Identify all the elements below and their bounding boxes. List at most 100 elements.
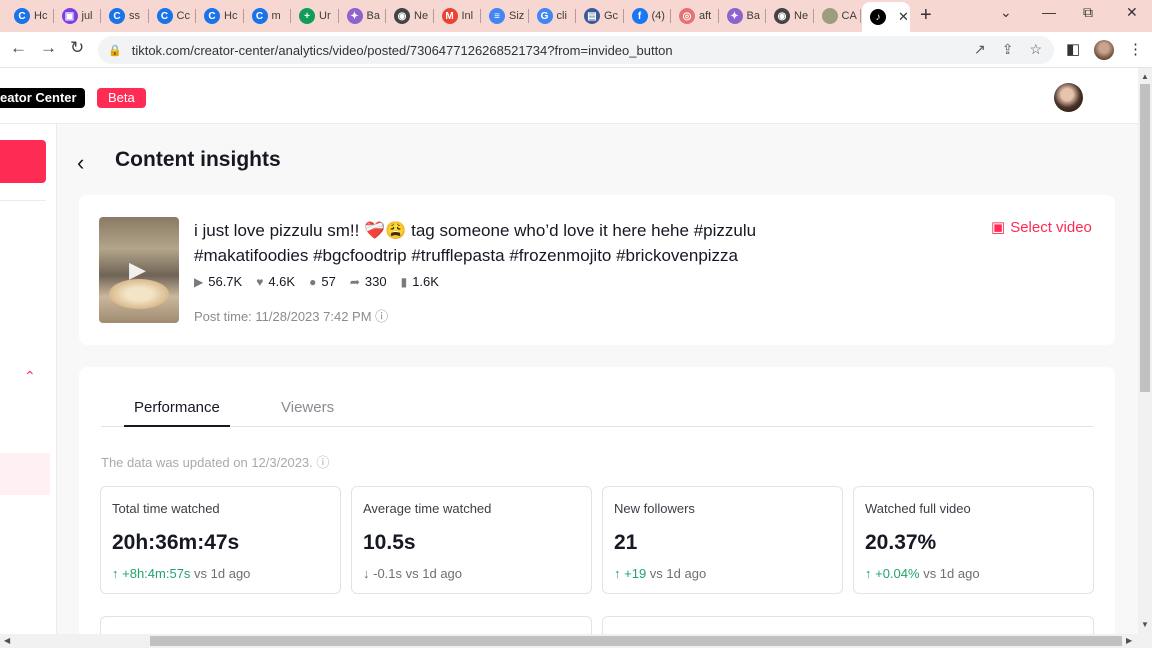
tab-label: Ne — [414, 10, 429, 22]
tab-label: aft — [699, 10, 712, 22]
tab-favicon-icon: ✦ — [726, 8, 743, 24]
stat-likes: ♥ 4.6K — [256, 274, 295, 289]
browser-tab[interactable]: Cm — [244, 4, 291, 28]
video-caption: i just love pizzulu sm!! ❤️‍🩹😩 tag someo… — [194, 221, 757, 265]
play-icon[interactable]: ▶ — [129, 257, 146, 283]
page-title: Content insights — [115, 148, 281, 171]
scroll-up-arrow-icon[interactable]: ▲ — [1141, 72, 1149, 81]
video-stats: ▶ 56.7K ♥ 4.6K ● 57 ➦ 330 ▮ 1.6K — [194, 274, 439, 289]
browser-tab[interactable]: M Inl — [434, 4, 481, 28]
metric-total-time-watched[interactable]: Total time watched 20h:36m:47s ↑ +8h:4m:… — [100, 486, 341, 594]
select-video-button[interactable]: ▣ Select video — [991, 218, 1092, 237]
change-value: +0.04% — [875, 566, 920, 581]
browser-profile-avatar[interactable] — [1094, 40, 1114, 60]
tab-label: Ur — [319, 10, 331, 22]
tab-favicon-icon: C — [251, 8, 268, 24]
browser-tab[interactable]: ◉ Ne — [766, 4, 814, 28]
metric-watched-full-video[interactable]: Watched full video 20.37% ↑ +0.04% vs 1d… — [853, 486, 1094, 594]
metric-value: 20h:36m:47s — [112, 531, 240, 554]
minimize-button[interactable]: — — [1042, 4, 1056, 20]
sidebar-item-selected[interactable] — [0, 453, 50, 495]
creator-center-logo[interactable]: eator Center — [0, 88, 85, 108]
tiktok-icon: ♪ — [870, 9, 886, 25]
metric-change: ↑ +0.04% vs 1d ago — [865, 566, 980, 581]
tab-favicon-icon: C — [156, 8, 173, 24]
url-text[interactable]: tiktok.com/creator-center/analytics/vide… — [132, 43, 673, 58]
scroll-left-arrow-icon[interactable]: ◀ — [4, 636, 10, 645]
metric-change: ↓ -0.1s vs 1d ago — [363, 566, 462, 581]
video-thumbnail[interactable]: ▶ — [99, 217, 179, 323]
forward-button[interactable]: → — [40, 38, 57, 58]
arrow-down-icon: ↓ — [363, 566, 370, 581]
tab-label: jul — [81, 10, 93, 22]
metric-label: Watched full video — [865, 501, 971, 516]
lock-icon[interactable]: 🔒 — [108, 44, 122, 57]
performance-card: Performance Viewers The data was updated… — [79, 367, 1115, 634]
metric-label: Average time watched — [363, 501, 492, 516]
horizontal-scroll-thumb[interactable] — [150, 636, 1122, 646]
browser-tab[interactable]: C Hc — [6, 4, 54, 28]
thumbnail-image — [109, 279, 169, 309]
change-suffix: vs 1d ago — [919, 566, 980, 581]
tab-label: (4) — [651, 10, 665, 22]
tab-viewers[interactable]: Viewers — [281, 399, 334, 427]
arrow-up-icon: ↑ — [112, 566, 119, 581]
tab-favicon-icon: C — [109, 8, 125, 24]
bookmark-star-icon[interactable]: ☆ — [1029, 41, 1042, 58]
page-header: eator Center Beta — [0, 68, 1138, 124]
browser-menu-icon[interactable]: ⋮ — [1128, 40, 1143, 58]
close-tab-icon[interactable]: ✕ — [898, 9, 909, 25]
chevron-up-icon[interactable]: ⌃ — [24, 368, 36, 385]
browser-tab[interactable]: CA — [814, 4, 861, 28]
vertical-scrollbar[interactable]: ▲ ▼ — [1138, 68, 1152, 634]
scroll-down-arrow-icon[interactable]: ▼ — [1141, 620, 1149, 629]
address-bar[interactable]: 🔒 tiktok.com/creator-center/analytics/vi… — [98, 36, 1054, 64]
browser-tab[interactable]: + Ur — [291, 4, 339, 28]
share-page-icon[interactable]: ⇪ — [1002, 41, 1014, 58]
browser-tab[interactable]: f (4) — [624, 4, 671, 28]
bookmark-icon: ▮ — [400, 274, 408, 289]
tab-favicon-icon: G — [536, 8, 553, 24]
maximize-button[interactable]: ⧉ — [1083, 4, 1093, 21]
new-tab-button[interactable]: + — [920, 4, 932, 27]
browser-tab[interactable]: Gcli — [529, 4, 576, 28]
tab-search-button[interactable]: ⌄ — [1000, 4, 1012, 21]
scroll-right-arrow-icon[interactable]: ▶ — [1126, 636, 1132, 645]
tab-performance[interactable]: Performance — [124, 399, 230, 427]
stat-views: ▶ 56.7K — [194, 274, 242, 289]
browser-tab[interactable]: ◎ aft — [671, 4, 719, 28]
sidebar-primary-button[interactable] — [0, 140, 46, 183]
browser-tab[interactable]: ▤ Gc — [576, 4, 624, 28]
metric-value: 21 — [614, 531, 638, 554]
heart-icon: ♥ — [256, 274, 264, 289]
tiktok-page: eator Center Beta ⌃ ‹ Content insights ▶… — [0, 68, 1138, 634]
browser-tab[interactable]: ✦ Ba — [719, 4, 766, 28]
browser-tab[interactable]: C Cc — [149, 4, 196, 28]
browser-tab[interactable]: ✦ Ba — [339, 4, 386, 28]
browser-tab[interactable]: ◉ Ne — [386, 4, 434, 28]
tab-favicon-icon: ✦ — [346, 8, 363, 24]
tab-label: Ba — [366, 10, 380, 22]
open-in-app-icon[interactable]: ↗ — [974, 41, 986, 58]
reload-button[interactable]: ↻ — [70, 38, 84, 58]
metric-average-time-watched[interactable]: Average time watched 10.5s ↓ -0.1s vs 1d… — [351, 486, 592, 594]
browser-tab[interactable]: ≡ Siz — [481, 4, 529, 28]
back-arrow-icon[interactable]: ‹ — [77, 150, 84, 176]
side-panel-icon[interactable]: ◧ — [1066, 40, 1080, 58]
horizontal-scrollbar[interactable]: ◀ ▶ — [0, 634, 1152, 648]
tab-label: Siz — [509, 10, 525, 22]
insight-tabs: Performance Viewers — [101, 399, 1093, 427]
change-suffix: vs 1d ago — [190, 566, 251, 581]
avatar[interactable] — [1054, 83, 1083, 112]
browser-tab[interactable]: Css — [101, 4, 149, 28]
browser-tab[interactable]: ▣ jul — [54, 4, 101, 28]
arrow-up-icon: ↑ — [865, 566, 872, 581]
browser-tab[interactable]: C Hc — [196, 4, 244, 28]
metric-new-followers[interactable]: New followers 21 ↑ +19 vs 1d ago — [602, 486, 843, 594]
close-window-button[interactable]: ✕ — [1126, 4, 1138, 21]
comment-icon: ● — [309, 274, 317, 289]
vertical-scroll-thumb[interactable] — [1140, 84, 1150, 392]
tab-tiktok-active[interactable]: ♪ ✕ — [862, 2, 910, 32]
shares-count: 330 — [364, 274, 387, 289]
back-button[interactable]: ← — [10, 38, 27, 58]
